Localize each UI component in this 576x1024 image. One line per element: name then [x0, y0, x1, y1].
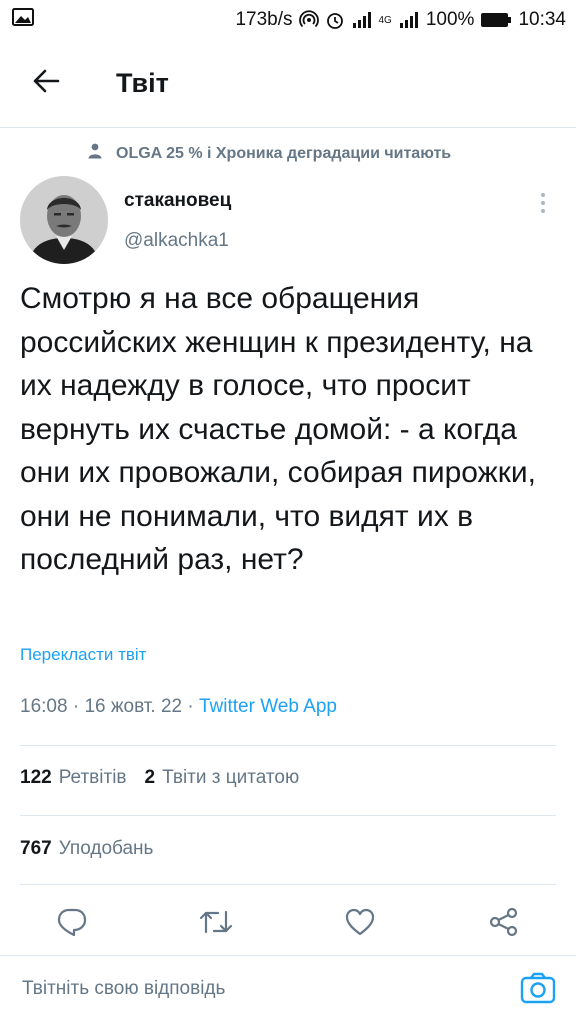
author-handle[interactable]: @alkachka1: [124, 230, 229, 252]
quotes-stat[interactable]: 2 Твіти з цитатою: [145, 767, 300, 789]
divider: [20, 745, 556, 746]
stats-row: 122 Ретвітів 2 Твіти з цитатою: [20, 767, 299, 789]
retweets-stat[interactable]: 122 Ретвітів: [20, 767, 127, 789]
reply-input[interactable]: [22, 968, 482, 1010]
social-context[interactable]: OLGA 25 % і Хроника деградации читають: [88, 143, 451, 164]
divider: [20, 815, 556, 816]
reply-button[interactable]: [46, 898, 98, 950]
retweets-count: 122: [20, 767, 52, 788]
author-name[interactable]: стакановец: [124, 190, 231, 212]
share-icon: [488, 906, 520, 943]
translate-link[interactable]: Перекласти твіт: [20, 645, 146, 665]
clock: 10:34: [518, 9, 566, 30]
tweet-source[interactable]: Twitter Web App: [199, 696, 337, 717]
like-button[interactable]: [334, 898, 386, 950]
alarm-icon: [325, 10, 345, 30]
reply-bar: [0, 955, 576, 1024]
tweet-text: Смотрю я на все обращения российских жен…: [20, 282, 536, 576]
header: Твіт: [0, 40, 576, 128]
retweets-label: Ретвітів: [58, 767, 127, 788]
retweet-icon: [198, 908, 234, 941]
tweet-meta: 16:08 · 16 жовт. 22 · Twitter Web App: [20, 696, 337, 718]
share-button[interactable]: [478, 898, 530, 950]
camera-button[interactable]: [514, 966, 562, 1014]
person-icon: [88, 143, 102, 164]
camera-icon: [520, 972, 556, 1009]
social-context-text: OLGA 25 % і Хроника деградации читають: [116, 144, 452, 162]
status-bar: 173b/s 4G 100% 10:34: [0, 0, 576, 40]
network-speed: 173b/s: [235, 9, 293, 30]
page-title: Твіт: [116, 68, 169, 98]
like-icon: [344, 907, 376, 942]
signal-icon: [351, 11, 373, 29]
avatar[interactable]: [20, 176, 108, 264]
more-vertical-icon: [540, 192, 546, 219]
likes-count: 767: [20, 838, 52, 859]
likes-label: Уподобань: [58, 838, 154, 859]
retweet-button[interactable]: [190, 898, 242, 950]
back-button[interactable]: [14, 52, 78, 116]
tweet-date: 16 жовт. 22: [84, 696, 183, 717]
hotspot-icon: [298, 10, 319, 30]
more-button[interactable]: [526, 188, 560, 222]
reply-icon: [56, 907, 88, 942]
stats-row-likes: 767 Уподобань: [20, 838, 153, 860]
battery-level: 100%: [425, 9, 475, 30]
network-type: 4G: [378, 14, 392, 26]
meta-separator: ·: [72, 696, 80, 717]
battery-icon: [480, 12, 512, 28]
quotes-label: Твіти з цитатою: [162, 767, 300, 788]
arrow-left-icon: [32, 69, 60, 98]
quotes-count: 2: [144, 767, 156, 788]
tweet-actions: [0, 898, 576, 950]
signal-icon-2: [398, 11, 420, 29]
image-icon: [12, 8, 34, 32]
likes-stat[interactable]: 767 Уподобань: [20, 838, 153, 860]
meta-separator-2: ·: [187, 696, 194, 717]
tweet-time: 16:08: [20, 696, 68, 717]
divider: [20, 884, 556, 885]
